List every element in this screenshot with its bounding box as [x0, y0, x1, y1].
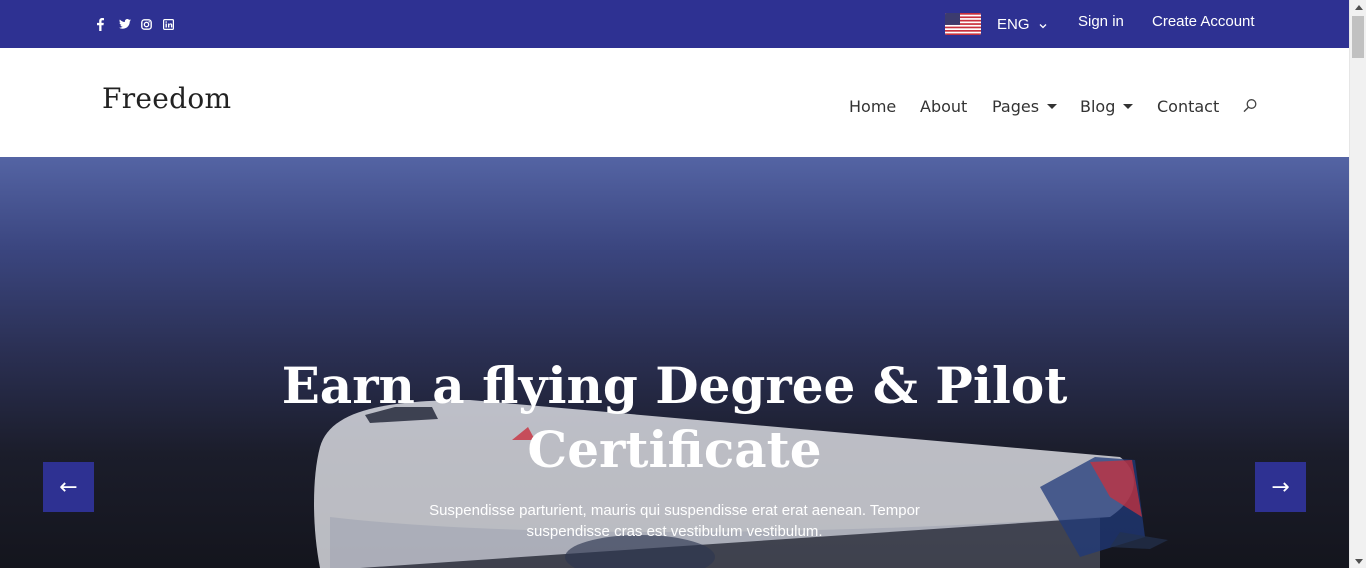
nav-home[interactable]: Home — [849, 97, 896, 116]
top-bar: ENG Sign in Create Account — [0, 0, 1349, 48]
hero-slider: Earn a flying Degree & Pilot Certificate… — [0, 157, 1349, 568]
hero-title: Earn a flying Degree & Pilot Certificate — [0, 354, 1349, 482]
nav-about[interactable]: About — [920, 97, 967, 116]
arrow-left-icon: ← — [59, 474, 78, 500]
previous-slide-button[interactable]: ← — [43, 462, 94, 512]
instagram-icon[interactable] — [141, 17, 163, 31]
triangle-down-icon — [1354, 558, 1363, 564]
chevron-down-icon — [1039, 16, 1047, 33]
search-icon[interactable] — [1242, 98, 1258, 114]
linkedin-icon[interactable] — [163, 17, 185, 31]
hero-subtitle-line-2: suspendisse cras est vestibulum vestibul… — [526, 523, 823, 540]
nav-contact[interactable]: Contact — [1157, 97, 1219, 116]
facebook-icon[interactable] — [97, 17, 119, 31]
arrow-right-icon: → — [1271, 474, 1290, 500]
scrollbar-thumb[interactable] — [1352, 16, 1364, 58]
nav-about-label: About — [920, 97, 968, 116]
scroll-up-button[interactable] — [1350, 0, 1366, 14]
hero-title-line-2: Certificate — [527, 420, 822, 479]
nav-blog[interactable]: Blog — [1080, 97, 1134, 116]
nav-home-label: Home — [849, 97, 897, 116]
hero-subtitle: Suspendisse parturient, mauris qui suspe… — [0, 500, 1349, 542]
language-label: ENG — [997, 16, 1030, 33]
social-links — [97, 17, 185, 31]
create-account-link[interactable]: Create Account — [1152, 13, 1255, 30]
next-slide-button[interactable]: → — [1255, 462, 1306, 512]
triangle-up-icon — [1354, 4, 1363, 10]
nav-pages[interactable]: Pages — [992, 97, 1058, 116]
hero-title-line-1: Earn a flying Degree & Pilot — [281, 356, 1068, 415]
scroll-down-button[interactable] — [1350, 554, 1366, 568]
nav-contact-label: Contact — [1157, 97, 1220, 116]
language-selector[interactable]: ENG — [997, 16, 1047, 33]
caret-down-icon — [1123, 104, 1134, 109]
hero-subtitle-line-1: Suspendisse parturient, mauris qui suspe… — [429, 502, 920, 519]
nav-blog-label: Blog — [1080, 97, 1116, 116]
site-logo[interactable]: Freedom — [102, 82, 231, 115]
site-header: Freedom Home About Pages Blog Contact — [0, 48, 1349, 157]
caret-down-icon — [1047, 104, 1058, 109]
twitter-icon[interactable] — [119, 17, 141, 31]
us-flag-icon[interactable] — [945, 13, 981, 35]
nav-pages-label: Pages — [992, 97, 1040, 116]
sign-in-link[interactable]: Sign in — [1078, 13, 1124, 30]
page-scrollbar[interactable] — [1349, 0, 1366, 568]
